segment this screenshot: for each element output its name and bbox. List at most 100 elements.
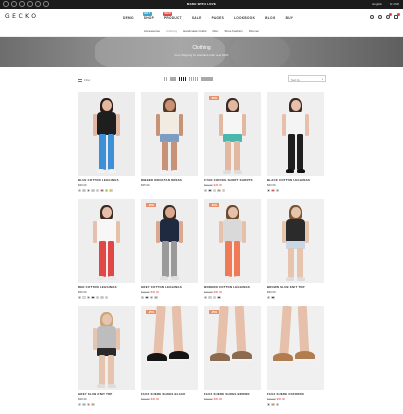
color-swatch[interactable] xyxy=(208,188,212,192)
product-image[interactable] xyxy=(267,306,324,390)
language-select[interactable]: English xyxy=(372,2,382,6)
logo[interactable]: GECKO xyxy=(5,13,38,20)
color-swatch[interactable] xyxy=(86,402,91,406)
color-swatch[interactable] xyxy=(267,188,271,192)
product-image[interactable] xyxy=(267,199,324,283)
color-swatch[interactable] xyxy=(82,402,86,406)
nav-item-product[interactable]: NEW PRODUCT xyxy=(163,12,182,20)
color-swatch[interactable] xyxy=(82,188,86,192)
grid-3-icon[interactable] xyxy=(170,77,176,81)
nav-item-blog[interactable]: BLOG xyxy=(265,16,275,20)
color-swatch[interactable] xyxy=(275,188,280,192)
color-swatch[interactable] xyxy=(217,188,221,192)
grid-4-icon[interactable] xyxy=(178,77,187,81)
product-name[interactable]: FAUX SUEDE SHOES BLACK xyxy=(141,392,198,396)
category-link-accessories[interactable]: Accessories xyxy=(144,29,160,36)
product-name[interactable]: MODERN COTTON LEGGINGS xyxy=(204,285,261,289)
filter-button[interactable]: Filter xyxy=(78,78,91,82)
color-swatch[interactable] xyxy=(267,295,271,299)
color-swatch[interactable] xyxy=(91,295,95,299)
product-image[interactable] xyxy=(141,92,198,176)
color-swatch[interactable] xyxy=(95,188,100,192)
product-card[interactable]: GREY SLUB KNIT TOP $30.00 xyxy=(78,306,135,406)
grid-2-icon[interactable] xyxy=(164,77,168,81)
product-name[interactable]: BLUE COTTON LEGGINGS xyxy=(78,178,135,182)
nav-item-pages[interactable]: PAGES xyxy=(212,16,224,20)
color-swatch[interactable] xyxy=(91,188,95,192)
category-link-handmade-crafts[interactable]: Handmade Crafts xyxy=(183,29,207,36)
color-swatch[interactable] xyxy=(271,402,275,406)
product-card[interactable]: RIBBED MOCKTAN DRESS $35.00 xyxy=(141,92,198,189)
product-card[interactable]: -25% MODERN COTTON LEGGINGS $40.00$30.00 xyxy=(204,199,261,299)
color-swatch[interactable] xyxy=(271,188,275,192)
color-swatch[interactable] xyxy=(149,295,154,299)
product-name[interactable]: FAUX SUEDE OXFORDS xyxy=(267,392,324,396)
category-link-men[interactable]: Men xyxy=(213,29,219,36)
currency-select[interactable]: $ USD xyxy=(390,2,399,6)
product-image[interactable]: -25% xyxy=(204,306,261,390)
product-card[interactable]: BROWN SLUB KNIT TOP $30.00 xyxy=(267,199,324,299)
nav-item-buy[interactable]: BUY xyxy=(286,16,294,20)
color-swatch[interactable] xyxy=(78,188,82,192)
product-name[interactable]: GREY COTTON LEGGINGS xyxy=(141,285,198,289)
user-icon[interactable] xyxy=(378,15,382,19)
color-swatch[interactable] xyxy=(145,295,149,299)
color-swatch[interactable] xyxy=(271,295,275,299)
grid-5-icon[interactable] xyxy=(189,77,199,81)
product-card[interactable]: -25% CYAN COFFEE SHORT SHORTS $60.00$45.… xyxy=(204,92,261,192)
product-name[interactable]: RED COTTON LEGGINGS xyxy=(78,285,135,289)
product-image[interactable] xyxy=(267,92,324,176)
product-name[interactable]: CYAN COFFEE SHORT SHORTS xyxy=(204,178,261,182)
product-image[interactable]: -25% xyxy=(141,306,198,390)
color-swatch[interactable] xyxy=(100,188,104,192)
color-swatch[interactable] xyxy=(221,188,226,192)
nav-item-shop[interactable]: HOT SHOP xyxy=(142,12,154,20)
product-image[interactable] xyxy=(78,306,135,390)
color-swatch[interactable] xyxy=(154,295,158,299)
product-image[interactable]: -25% xyxy=(204,92,261,176)
nav-item-sale[interactable]: SALE xyxy=(192,16,202,20)
color-swatch[interactable] xyxy=(86,295,91,299)
color-swatch[interactable] xyxy=(78,295,82,299)
color-swatch[interactable] xyxy=(100,295,104,299)
color-swatch[interactable] xyxy=(109,188,113,192)
color-swatch[interactable] xyxy=(204,295,208,299)
nav-item-demo[interactable]: DEMO xyxy=(123,16,134,20)
product-card[interactable]: RED COTTON LEGGINGS $30.00 xyxy=(78,199,135,299)
color-swatch[interactable] xyxy=(95,295,100,299)
product-name[interactable]: RIBBED MOCKTAN DRESS xyxy=(141,178,198,182)
color-swatch[interactable] xyxy=(217,295,221,299)
search-icon[interactable] xyxy=(370,15,374,19)
product-card[interactable]: -25% FAUX SUEDE SHOES BROWN $40.00$30.00 xyxy=(204,306,261,403)
product-image[interactable] xyxy=(78,92,135,176)
color-swatch[interactable] xyxy=(204,188,208,192)
product-image[interactable] xyxy=(78,199,135,283)
category-link-shoe-fashion[interactable]: Shoe Fashion xyxy=(224,29,243,36)
sort-select[interactable]: Sort by ▾ xyxy=(288,75,326,82)
color-swatch[interactable] xyxy=(212,295,217,299)
product-card[interactable]: -25% GREY COTTON LEGGINGS $40.00$30.00 xyxy=(141,199,198,299)
color-swatch[interactable] xyxy=(267,402,271,406)
color-swatch[interactable] xyxy=(275,402,280,406)
color-swatch[interactable] xyxy=(104,295,109,299)
color-swatch[interactable] xyxy=(212,188,217,192)
color-swatch[interactable] xyxy=(91,402,95,406)
product-name[interactable]: BROWN SLUB KNIT TOP xyxy=(267,285,324,289)
product-name[interactable]: GREY SLUB KNIT TOP xyxy=(78,392,135,396)
color-swatch[interactable] xyxy=(208,295,212,299)
product-card[interactable]: FAUX SUEDE OXFORDS $40.00$30.00 xyxy=(267,306,324,406)
product-image[interactable]: -25% xyxy=(141,199,198,283)
product-name[interactable]: FAUX SUEDE SHOES BROWN xyxy=(204,392,261,396)
color-swatch[interactable] xyxy=(104,188,109,192)
color-swatch[interactable] xyxy=(82,295,86,299)
product-name[interactable]: BLACK COTTON LEGGINGS xyxy=(267,178,324,182)
color-swatch[interactable] xyxy=(141,295,145,299)
product-card[interactable]: BLACK COTTON LEGGINGS $30.00 xyxy=(267,92,324,192)
category-link-clothing[interactable]: Clothing xyxy=(166,29,177,36)
grid-6-icon[interactable] xyxy=(201,77,213,81)
color-swatch[interactable] xyxy=(78,402,82,406)
nav-item-lookbook[interactable]: LOOKBOOK xyxy=(234,16,255,20)
product-image[interactable]: -25% xyxy=(204,199,261,283)
category-link-women[interactable]: Women xyxy=(249,29,259,36)
product-card[interactable]: BLUE COTTON LEGGINGS $30.00 xyxy=(78,92,135,192)
